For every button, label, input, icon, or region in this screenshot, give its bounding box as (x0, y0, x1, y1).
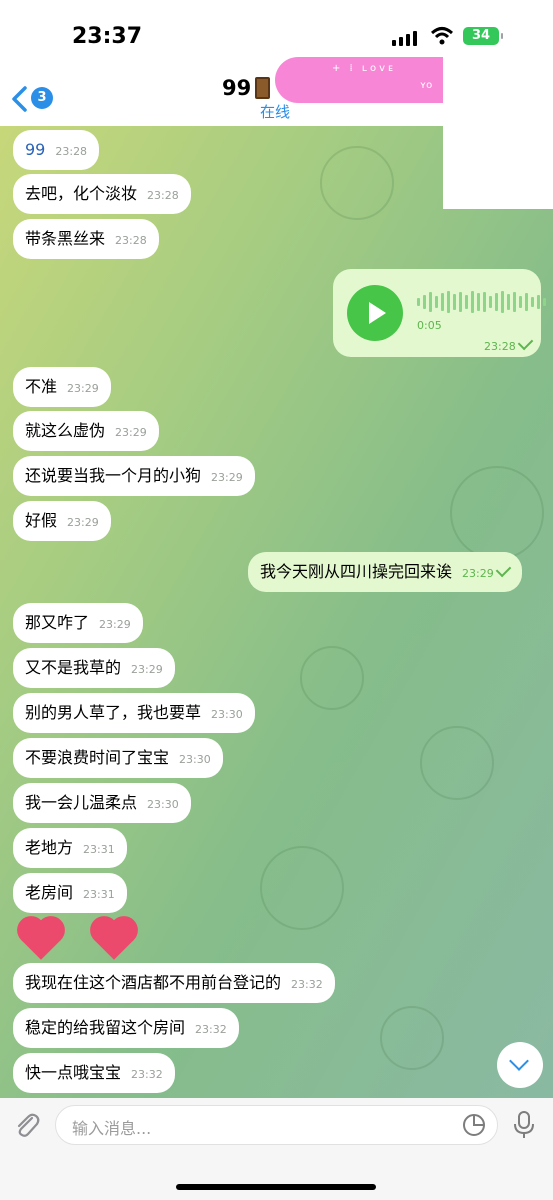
message-time: 23:30 (211, 708, 243, 721)
message-text: 还说要当我一个月的小狗 (25, 466, 202, 485)
voice-message-bubble[interactable]: 0:05 23:28 (333, 269, 546, 357)
message-bubble[interactable]: 不准 23:29 (13, 367, 111, 407)
message-text: 好假 (25, 511, 58, 530)
message-bubble[interactable]: 去吧，化个淡妆 23:28 (13, 174, 191, 214)
message-time: 23:32 (291, 978, 323, 991)
message-time: 23:29 (211, 471, 243, 484)
heart-sticker (10, 904, 140, 964)
door-emoji-icon (255, 77, 270, 99)
message-input-bar: 输入消息... (0, 1098, 553, 1200)
message-text: 我今天刚从四川操完回来诶 (260, 562, 453, 581)
background-doodle (260, 846, 344, 930)
message-text: 99 (25, 140, 46, 159)
heart-icon (21, 920, 61, 960)
sticker-lettering: + ⁞ ʟᴏᴠᴇ (332, 63, 396, 74)
message-text: 又不是我草的 (25, 658, 122, 677)
waveform (417, 291, 546, 313)
scroll-down-button[interactable] (497, 1042, 543, 1088)
background-doodle (320, 146, 394, 220)
message-time: 23:29 (67, 382, 99, 395)
message-time: 23:31 (83, 888, 115, 901)
message-time: 23:28 (55, 145, 88, 158)
play-icon[interactable] (347, 285, 403, 341)
message-bubble[interactable]: 就这么虚伪 23:29 (13, 411, 159, 451)
background-doodle (420, 726, 494, 800)
message-time: 23:29 (115, 426, 147, 439)
message-bubble[interactable]: 别的男人草了，我也要草 23:30 (13, 693, 255, 733)
message-time: 23:32 (195, 1023, 227, 1036)
chat-title[interactable]: 99 (222, 76, 251, 100)
battery-icon: 34 (463, 27, 503, 45)
status-time: 23:37 (72, 24, 143, 49)
message-text: 老房间 (25, 883, 74, 902)
message-text: 我一会儿温柔点 (25, 793, 138, 812)
message-bubble[interactable]: 好假 23:29 (13, 501, 111, 541)
sticker-icon[interactable] (462, 1113, 486, 1137)
voice-time: 23:28 (484, 334, 533, 353)
message-bubble-outgoing[interactable]: 我今天刚从四川操完回来诶 23:29 (248, 552, 522, 592)
message-text: 带条黑丝来 (25, 229, 106, 248)
message-bubble[interactable]: 又不是我草的 23:29 (13, 648, 175, 688)
signal-icon (392, 30, 417, 46)
message-time: 23:29 (131, 663, 163, 676)
redaction-box (443, 56, 553, 209)
background-doodle (300, 646, 364, 710)
microphone-icon[interactable] (512, 1110, 536, 1140)
message-bubble[interactable]: 老地方 23:31 (13, 828, 127, 868)
message-time: 23:28 (115, 234, 147, 247)
message-time: 23:30 (179, 753, 211, 766)
unread-count-badge[interactable]: 3 (31, 87, 53, 109)
voice-duration: 0:05 (417, 319, 442, 332)
online-status: 在线 (260, 103, 291, 121)
message-input[interactable]: 输入消息... (55, 1105, 498, 1145)
message-text: 快一点哦宝宝 (25, 1063, 122, 1082)
background-doodle (450, 466, 544, 560)
sticker-lettering-you: ʏᴏ (420, 80, 433, 91)
message-bubble[interactable]: 我现在住这个酒店都不用前台登记的 23:32 (13, 963, 335, 1003)
message-time: 23:29 (67, 516, 99, 529)
message-bubble[interactable]: 快一点哦宝宝 23:32 (13, 1053, 175, 1093)
message-time: 23:28 (147, 189, 179, 202)
message-bubble[interactable]: 那又咋了 23:29 (13, 603, 143, 643)
background-doodle (380, 1006, 444, 1070)
message-text: 去吧，化个淡妆 (25, 184, 138, 203)
message-bubble[interactable]: 带条黑丝来 23:28 (13, 219, 159, 259)
paperclip-icon[interactable] (12, 1110, 42, 1140)
back-chevron-icon[interactable] (10, 86, 28, 112)
message-time: 23:31 (83, 843, 115, 856)
read-check-icon (517, 334, 533, 351)
read-check-icon (495, 561, 511, 578)
message-bubble[interactable]: 99 23:28 (13, 130, 100, 170)
home-indicator (176, 1184, 376, 1190)
message-bubble[interactable]: 还说要当我一个月的小狗 23:29 (13, 456, 255, 496)
message-bubble[interactable]: 稳定的给我留这个房间 23:32 (13, 1008, 239, 1048)
message-text: 别的男人草了，我也要草 (25, 703, 202, 722)
message-text: 那又咋了 (25, 613, 90, 632)
message-input-placeholder: 输入消息... (72, 1119, 152, 1138)
message-time: 23:29 (462, 567, 494, 580)
message-text: 老地方 (25, 838, 74, 857)
message-text: 不准 (25, 377, 58, 396)
message-time: 23:32 (131, 1068, 163, 1081)
message-text: 就这么虚伪 (25, 421, 106, 440)
message-text: 我现在住这个酒店都不用前台登记的 (25, 973, 282, 992)
message-bubble[interactable]: 我一会儿温柔点 23:30 (13, 783, 191, 823)
message-text: 不要浪费时间了宝宝 (25, 748, 170, 767)
heart-icon (94, 920, 134, 960)
chat-area[interactable]: 99 23:28 去吧，化个淡妆 23:28 带条黑丝来 23:28 0:05 23:… (0, 126, 553, 1098)
message-time: 23:29 (99, 618, 131, 631)
message-time: 23:30 (147, 798, 179, 811)
message-text: 稳定的给我留这个房间 (25, 1018, 186, 1037)
message-bubble[interactable]: 不要浪费时间了宝宝 23:30 (13, 738, 223, 778)
wifi-icon (430, 27, 454, 45)
